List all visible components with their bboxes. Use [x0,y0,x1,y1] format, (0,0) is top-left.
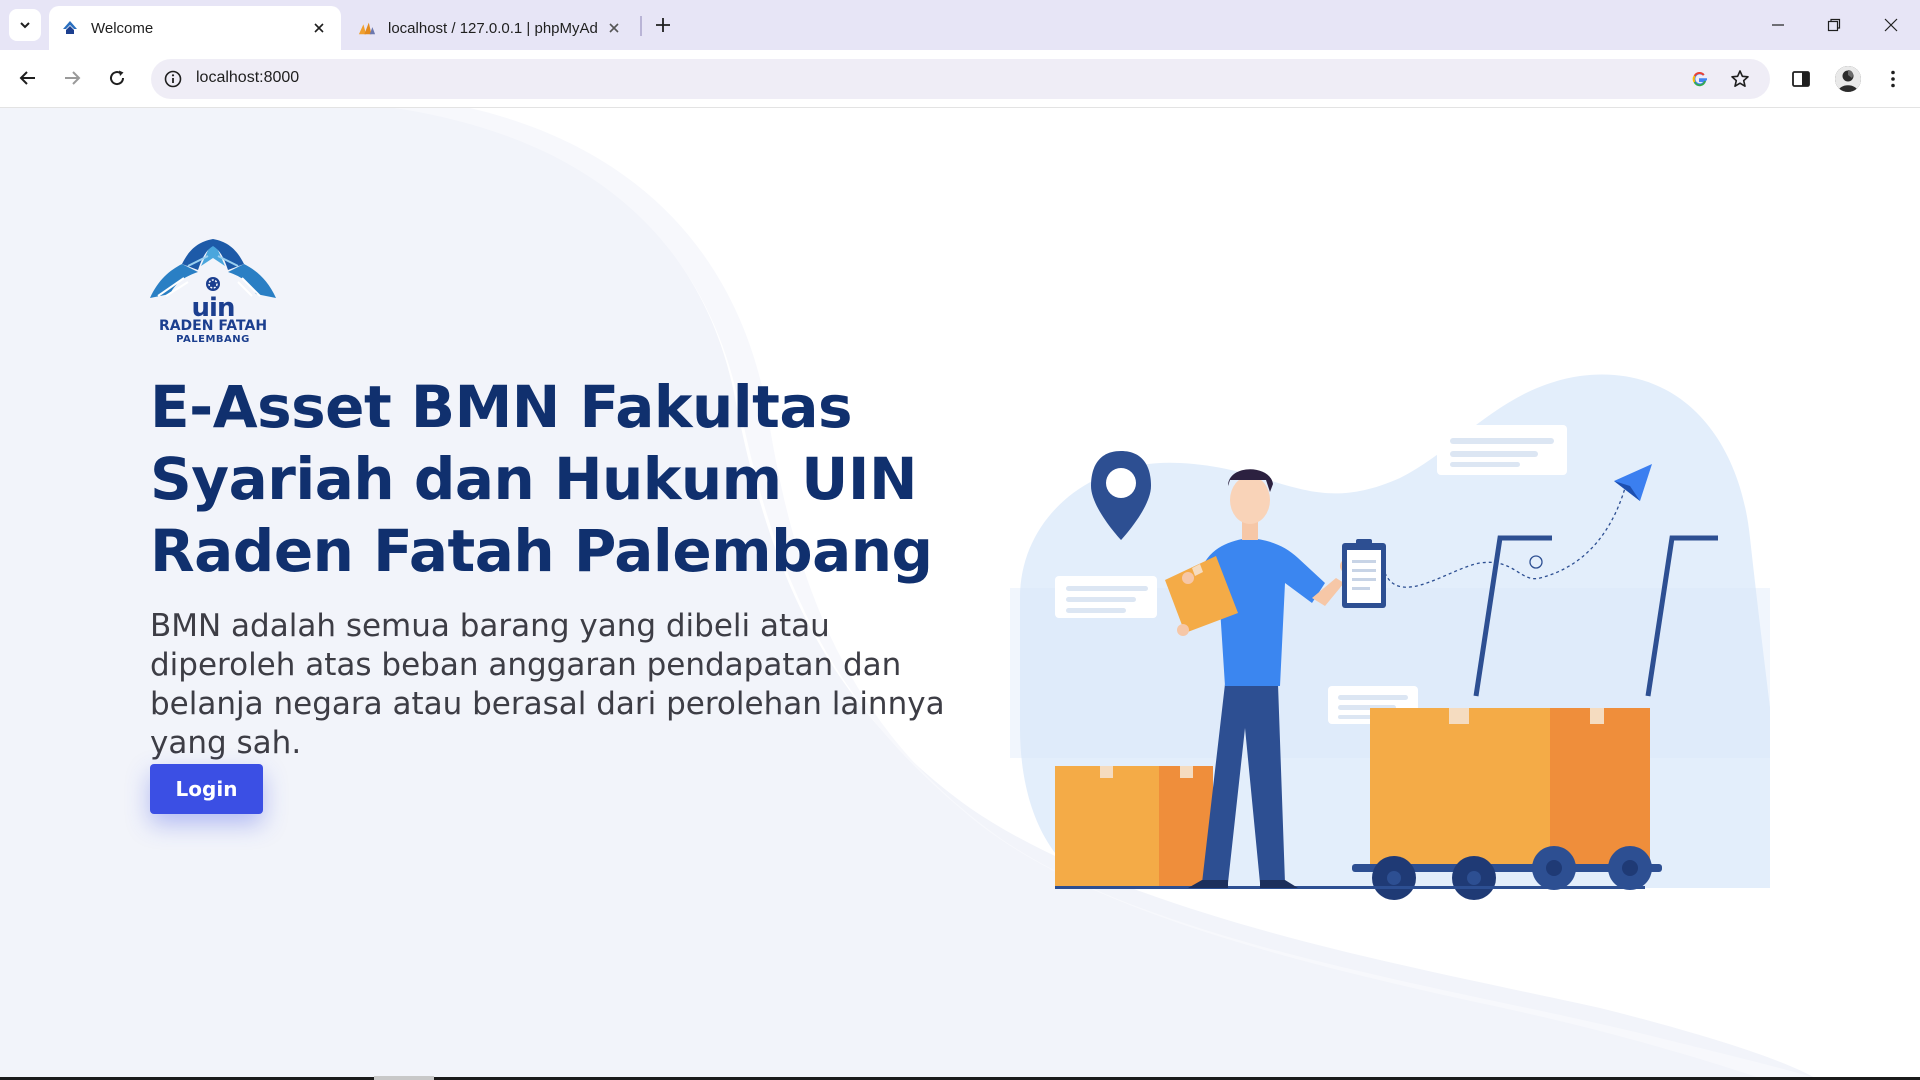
close-tab-icon[interactable] [309,18,329,38]
minimize-button[interactable] [1749,0,1807,50]
cardboard-box-icon [1055,766,1213,888]
cart-wheel [1608,846,1652,890]
login-button[interactable]: Login [150,764,263,814]
restore-button[interactable] [1805,0,1863,50]
close-tab-icon[interactable] [604,18,624,38]
page-title: E-Asset BMN Fakultas Syariah dan Hukum U… [150,373,933,585]
close-window-button[interactable] [1862,0,1920,50]
side-panel-icon[interactable] [1787,65,1815,93]
minimize-icon [1772,24,1784,26]
logistics-illustration [1010,374,1770,900]
reload-icon [110,70,125,86]
profile-avatar[interactable] [1835,66,1861,92]
message-card-icon [1055,576,1157,618]
address-bar[interactable]: localhost:8000 [151,59,1770,99]
chevron-down-icon [20,22,30,29]
logo-line-2: PALEMBANG [176,334,250,345]
new-tab-button[interactable] [650,12,676,38]
cart-wheel [1532,846,1576,890]
reload-button[interactable] [100,61,134,95]
cardboard-box-icon [1370,708,1650,866]
google-lens-icon[interactable] [1688,67,1712,91]
browser-tab-bar: Welcome localhost / 127.0.0.1 | phpMyAdm… [0,0,1920,50]
scroll-indicator [374,1076,434,1080]
tab-title: Welcome [91,19,154,37]
back-button[interactable] [11,61,45,95]
cart-wheel [1372,856,1416,900]
uin-raden-fatah-logo: uin RADEN FATAH PALEMBANG [148,236,278,348]
address-text: localhost:8000 [196,69,300,86]
phpmyadmin-icon [358,19,376,37]
bookmark-star-icon[interactable] [1728,67,1752,91]
more-menu-icon[interactable] [1879,65,1907,93]
tab-title: localhost / 127.0.0.1 | phpMyAdmin [388,19,598,37]
browser-toolbar: localhost:8000 [0,50,1920,108]
page-description: BMN adalah semua barang yang dibeli atau… [150,608,945,761]
clipboard-icon [1342,539,1386,608]
site-info-icon[interactable] [161,67,185,91]
uin-logo-icon [61,19,79,37]
message-card-icon [1437,425,1567,475]
logo-line-1: RADEN FATAH [158,318,268,334]
restore-icon [1827,18,1841,32]
forward-button[interactable] [55,61,89,95]
tab-welcome[interactable]: Welcome [49,6,341,50]
close-icon [1884,18,1898,32]
tab-separator [640,16,642,36]
cart-wheel [1452,856,1496,900]
plus-icon [656,18,670,32]
tab-search-button[interactable] [9,9,41,41]
arrow-left-icon [19,71,35,85]
landing-page: uin RADEN FATAH PALEMBANG E-Asset BMN Fa… [0,108,1920,1078]
arrow-right-icon [65,71,81,85]
tab-phpmyadmin[interactable]: localhost / 127.0.0.1 | phpMyAdmin [346,6,636,50]
